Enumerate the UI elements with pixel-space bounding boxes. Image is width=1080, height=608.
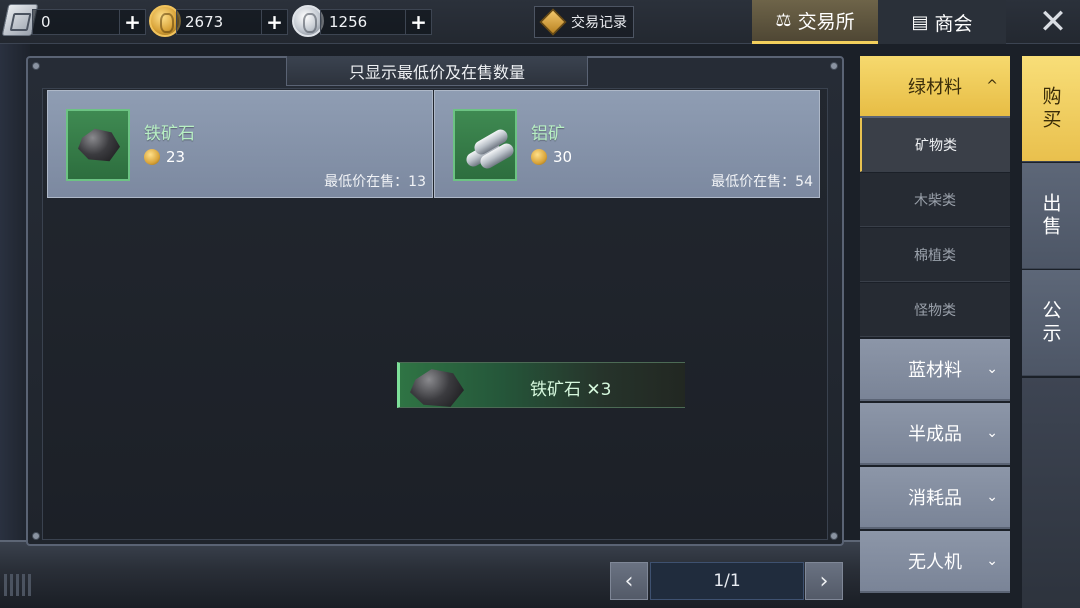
add-ticket-button[interactable]: + bbox=[119, 10, 145, 34]
toast-text: 铁矿石 ✕3 bbox=[530, 380, 612, 400]
chevron-up-icon: ^ bbox=[986, 78, 998, 94]
subcategory-cotton-plants[interactable]: 棉植类 bbox=[860, 228, 1010, 282]
category-label: 半成品 bbox=[908, 424, 962, 445]
item-obtained-toast: 铁矿石 ✕3 bbox=[397, 362, 685, 408]
bolt-decoration bbox=[830, 532, 838, 540]
bolt-decoration bbox=[32, 62, 40, 70]
currency-silver-value: 1256 bbox=[329, 13, 368, 31]
tab-sell[interactable]: 出售 bbox=[1022, 163, 1080, 269]
tab-exchange[interactable]: ⚖ 交易所 bbox=[752, 0, 878, 44]
tab-announcement-label: 公示 bbox=[1039, 299, 1062, 346]
shop-icon: ▤ bbox=[911, 11, 929, 33]
chevron-right-icon: › bbox=[819, 568, 829, 594]
subcategory-monsters[interactable]: 怪物类 bbox=[860, 283, 1010, 337]
tab-buy[interactable]: 购买 bbox=[1022, 56, 1080, 162]
add-gold-button[interactable]: + bbox=[261, 10, 287, 34]
page-prev-button[interactable]: ‹ bbox=[610, 562, 648, 600]
trade-mode-tabs: 购买 出售 公示 bbox=[1022, 56, 1080, 608]
chevron-down-icon: ⌄ bbox=[986, 489, 998, 505]
page-next-button[interactable]: › bbox=[805, 562, 843, 600]
iron-ore-icon bbox=[410, 369, 464, 407]
currency-ticket-value: 0 bbox=[41, 13, 51, 31]
category-sidebar: 绿材料 ^ 矿物类 木柴类 棉植类 怪物类 蓝材料 ⌄ 半成品 ⌄ 消耗品 ⌄ … bbox=[860, 56, 1010, 593]
item-stock-label: 最低价在售：54 bbox=[711, 174, 813, 190]
tab-bar-filler bbox=[1022, 378, 1080, 608]
bolt-decoration bbox=[830, 62, 838, 70]
subcategory-label: 矿物类 bbox=[915, 137, 957, 154]
item-card-aluminum-ore[interactable]: 铝矿 30 最低价在售：54 bbox=[434, 90, 820, 198]
tab-guild-label: 商会 bbox=[934, 12, 973, 35]
category-label: 无人机 bbox=[908, 552, 962, 573]
tab-exchange-label: 交易所 bbox=[797, 11, 855, 33]
vent-grille bbox=[4, 574, 34, 596]
item-thumbnail bbox=[453, 109, 517, 181]
top-bar: 0 + 2673 + 1256 + 交易记录 ⚖ 交易所 ▤ 商会 ✕ bbox=[0, 0, 1080, 44]
currency-silver: 1256 + bbox=[320, 9, 432, 35]
panel-header-label: 只显示最低价及在售数量 bbox=[348, 62, 525, 82]
close-icon: ✕ bbox=[1038, 2, 1068, 42]
panel-header: 只显示最低价及在售数量 bbox=[286, 56, 588, 86]
iron-ore-icon bbox=[78, 128, 120, 162]
add-silver-button[interactable]: + bbox=[405, 10, 431, 34]
page-indicator-label: 1/1 bbox=[713, 571, 741, 591]
chevron-left-icon: ‹ bbox=[624, 568, 634, 594]
tab-buy-label: 购买 bbox=[1039, 85, 1062, 132]
gold-coin-icon bbox=[144, 149, 160, 165]
category-blue-materials[interactable]: 蓝材料 ⌄ bbox=[860, 339, 1010, 401]
subcategory-label: 棉植类 bbox=[914, 247, 956, 264]
trade-record-icon bbox=[539, 8, 567, 36]
chevron-down-icon: ⌄ bbox=[986, 361, 998, 377]
subcategory-label: 木柴类 bbox=[914, 192, 956, 209]
subcategory-label: 怪物类 bbox=[914, 302, 956, 319]
item-name: 铁矿石 bbox=[144, 124, 195, 144]
category-semi-finished[interactable]: 半成品 ⌄ bbox=[860, 403, 1010, 465]
close-button[interactable]: ✕ bbox=[1028, 2, 1078, 42]
currency-gold-value: 2673 bbox=[185, 13, 224, 31]
tab-guild[interactable]: ▤ 商会 bbox=[878, 0, 1006, 44]
item-price: 23 bbox=[166, 148, 186, 166]
chevron-down-icon: ⌄ bbox=[986, 425, 998, 441]
subcategory-minerals[interactable]: 矿物类 bbox=[860, 118, 1010, 172]
tab-announcement[interactable]: 公示 bbox=[1022, 270, 1080, 376]
category-label: 蓝材料 bbox=[908, 360, 962, 381]
trade-record-button[interactable]: 交易记录 bbox=[534, 6, 634, 38]
category-label: 消耗品 bbox=[908, 488, 962, 509]
page-indicator: 1/1 bbox=[650, 562, 804, 600]
chevron-down-icon: ⌄ bbox=[986, 553, 998, 569]
item-name: 铝矿 bbox=[531, 124, 565, 144]
item-card-iron-ore[interactable]: 铁矿石 23 最低价在售：13 bbox=[47, 90, 433, 198]
subcategory-wood[interactable]: 木柴类 bbox=[860, 173, 1010, 227]
item-price: 30 bbox=[553, 148, 573, 166]
currency-ticket: 0 + bbox=[32, 9, 146, 35]
gold-coin-icon bbox=[531, 149, 547, 165]
aluminum-pipe-icon bbox=[463, 125, 517, 172]
item-stock-label: 最低价在售：13 bbox=[324, 174, 426, 190]
category-consumables[interactable]: 消耗品 ⌄ bbox=[860, 467, 1010, 529]
scale-icon: ⚖ bbox=[775, 10, 792, 31]
item-thumbnail bbox=[66, 109, 130, 181]
tab-sell-label: 出售 bbox=[1039, 192, 1062, 239]
trade-record-label: 交易记录 bbox=[571, 15, 627, 31]
currency-gold: 2673 + bbox=[176, 9, 288, 35]
category-drones[interactable]: 无人机 ⌄ bbox=[860, 531, 1010, 593]
category-green-materials[interactable]: 绿材料 ^ bbox=[860, 56, 1010, 118]
category-label: 绿材料 bbox=[908, 77, 962, 98]
bolt-decoration bbox=[32, 532, 40, 540]
